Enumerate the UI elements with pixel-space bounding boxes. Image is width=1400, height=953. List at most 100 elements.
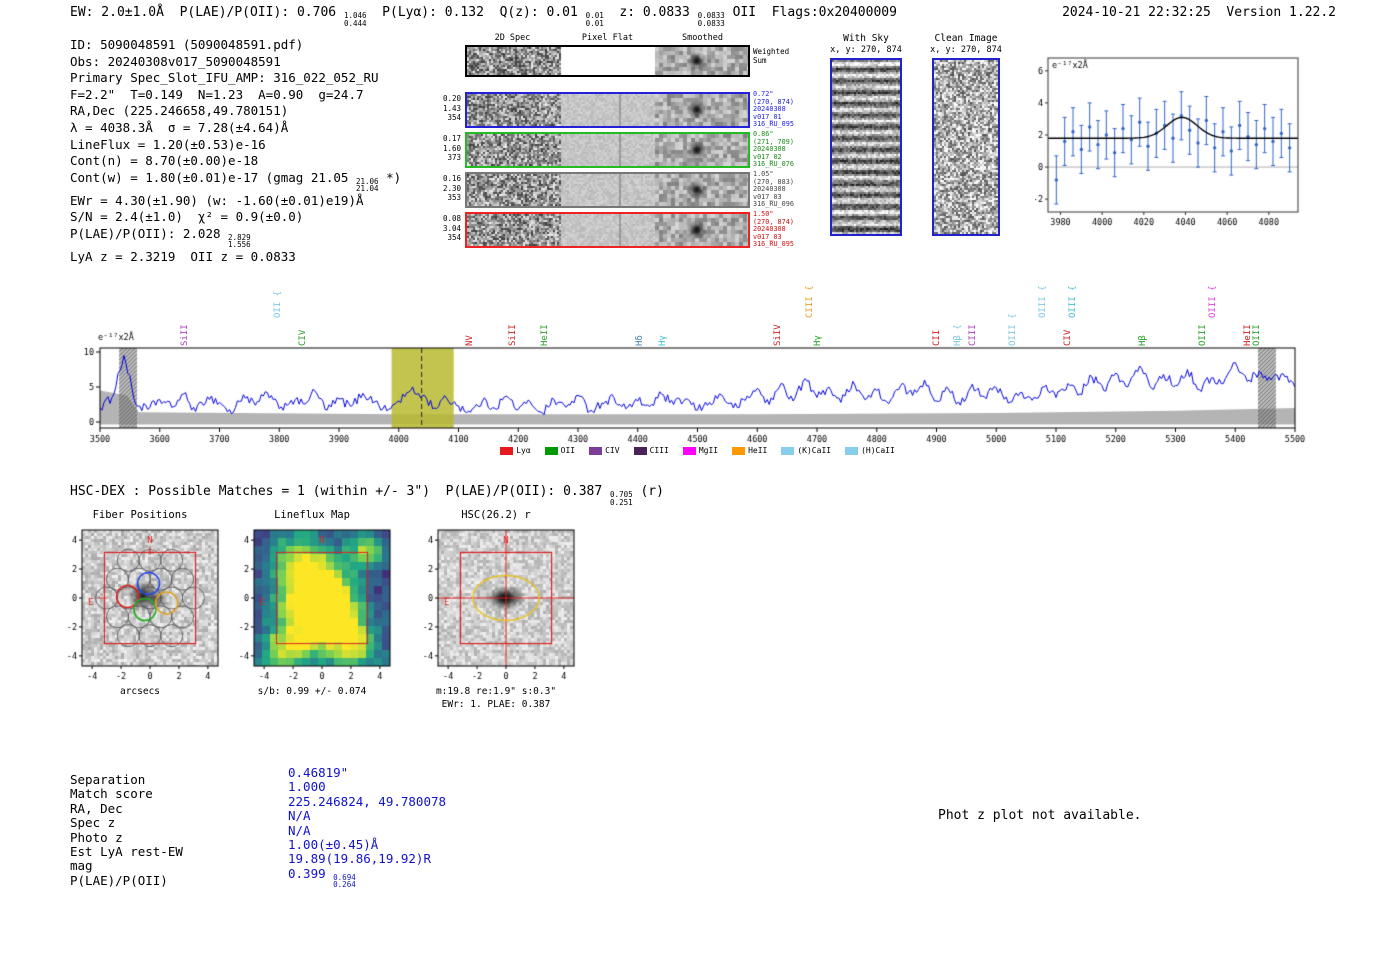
- text-segment: P(LAE)/P(OII): 2.028: [70, 225, 229, 241]
- hsc-cutout-caption-2: EWr: 1. PLAE: 0.387: [441, 699, 551, 710]
- info-line: ID: 5090048591 (5090048591.pdf): [70, 37, 304, 52]
- legend-swatch: [544, 446, 558, 455]
- clean-image: [934, 60, 998, 234]
- fiber-positions-cutout: [54, 522, 226, 684]
- info-line: EWr = 4.30(±1.90) (w: -1.60(±0.01)e19)Å: [70, 192, 364, 208]
- match-label: P(LAE)/P(OII): [70, 872, 168, 888]
- legend-label: CIV: [605, 446, 620, 455]
- spec2d-row-image: [467, 174, 748, 206]
- info-line: Primary Spec_Slot_IFU_AMP: 316_022_052_R…: [70, 70, 379, 86]
- legend-swatch: [845, 446, 859, 455]
- elixer-report-page: EW: 2.0±1.0Å P(LAE)/P(OII): 0.706 1.046 0…: [0, 0, 1400, 953]
- emission-line-label: CIII {: [804, 285, 815, 318]
- spec2d-col-label-smoothed: Smoothed: [682, 33, 723, 43]
- info-line: S/N = 2.4(±1.0) χ² = 0.9(±0.0): [70, 209, 304, 225]
- legend-swatch: [633, 446, 647, 455]
- spec2d-col-label-2dspec: 2D Spec: [494, 33, 531, 43]
- info-line: LyA z = 2.3219 OII z = 0.0833: [70, 248, 296, 264]
- text-segment: (r): [632, 484, 664, 499]
- legend-label: OII: [560, 446, 576, 455]
- stacked-uncertainty: 0.705 0.251: [610, 490, 633, 507]
- line-fit-plot: [1035, 46, 1310, 231]
- text-segment: z: 0.0833: [603, 5, 698, 20]
- hsc-cutout-title: HSC(26.2) r: [461, 509, 531, 521]
- legend-label: Lyα: [516, 446, 531, 455]
- spec2d-col-label-pixelflat: Pixel Flat: [581, 33, 634, 43]
- legend-item: (K)CaII: [781, 446, 831, 455]
- emission-line-label: OIII {: [1208, 285, 1219, 318]
- stacked-uncertainty: 0.01 0.01: [585, 11, 604, 28]
- legend-label: HeII: [748, 446, 768, 455]
- lineflux-map-cutout: [226, 522, 398, 684]
- text-segment: EW: 2.0±1.0Å P(LAE)/P(OII): 0.706: [70, 5, 344, 20]
- legend-item: OII: [544, 446, 576, 455]
- legend-swatch: [500, 446, 514, 455]
- emission-line-label: OIII {: [1037, 285, 1048, 318]
- match-label: mag: [70, 858, 93, 874]
- with-sky-image: [832, 60, 900, 234]
- hsc-image-cutout: [410, 522, 582, 684]
- match-value: 0.46819": [288, 765, 349, 780]
- spec2d-row: [465, 92, 750, 128]
- legend-swatch: [589, 446, 603, 455]
- header-summary-line: EW: 2.0±1.0Å P(LAE)/P(OII): 0.706 1.046 0…: [70, 5, 897, 27]
- lineflux-map-caption: s/b: 0.99 +/- 0.074: [257, 686, 367, 697]
- match-label: Separation: [70, 772, 146, 787]
- match-label: Photo z: [70, 829, 123, 845]
- spec2d-row: [465, 212, 750, 248]
- match-label: Match score: [70, 786, 153, 802]
- text-segment: OII Flags:0x20400009: [724, 5, 897, 20]
- spec2d-row-image: [467, 94, 748, 126]
- match-value: 225.246824, 49.780078: [288, 793, 447, 809]
- match-label: Est LyA rest-EW: [70, 844, 183, 859]
- legend-item: Lyα: [500, 446, 531, 455]
- legend-item: (H)CaII: [845, 446, 895, 455]
- legend-swatch: [682, 446, 696, 455]
- weighted-sum-image: [467, 47, 748, 75]
- hscdex-matches-line: HSC-DEX : Possible Matches = 1 (within +…: [70, 484, 664, 506]
- text-segment: Cont(w) = 1.80(±0.01)e-17 (gmag 21.05: [70, 169, 356, 185]
- spec2d-row-image: [467, 134, 748, 166]
- info-line: λ = 4038.3Å σ = 7.28(±4.64)Å: [70, 119, 289, 135]
- weighted-sum-strip: [465, 45, 750, 77]
- match-value: N/A: [288, 822, 311, 838]
- legend-swatch: [781, 446, 795, 455]
- legend-label: CIII: [649, 446, 669, 455]
- info-line: Obs: 20240308v017_5090048591: [70, 53, 281, 69]
- clean-image-title: Clean Image: [934, 33, 998, 44]
- weighted-sum-label: Weighted Sum: [753, 47, 790, 65]
- emission-line-label: OIII {: [1067, 285, 1078, 318]
- info-line: Cont(n) = 8.70(±0.00)e-18: [70, 153, 259, 169]
- match-value: 0.399 0.694 0.264: [288, 865, 356, 890]
- spec2d-row: [465, 172, 750, 208]
- lineflux-map-title: Lineflux Map: [274, 509, 350, 521]
- info-line: LineFlux = 1.20(±0.53)e-16: [70, 136, 266, 152]
- spec2d-row-left-stats: 0.16 2.30 353: [442, 174, 461, 202]
- legend-label: (K)CaII: [797, 446, 832, 455]
- spec2d-row-left-stats: 0.17 1.60 373: [442, 134, 461, 162]
- stacked-uncertainty: 1.046 0.444: [343, 11, 367, 28]
- spec2d-row-left-stats: 0.08 3.04 354: [442, 214, 461, 242]
- stacked-uncertainty: 0.0833 0.0833: [697, 11, 725, 28]
- legend-label: MgII: [698, 446, 719, 455]
- spec2d-row-right-info: 0.86" (271, 709) 20240308 v017_02 316_RU_076: [753, 130, 794, 169]
- spec2d-row-right-info: 0.72" (270, 874) 20240308 v017_01 316_RU_095: [753, 90, 794, 129]
- match-value: 1.00(±0.45)Å: [288, 837, 379, 852]
- text-segment: HSC-DEX : Possible Matches = 1 (within +…: [70, 484, 611, 499]
- emission-line-label: OII {: [273, 290, 284, 318]
- info-line: Cont(w) = 1.80(±0.01)e-17 (gmag 21.05 21…: [70, 170, 401, 193]
- legend-item: HeII: [732, 446, 767, 455]
- full-spectrum-plot: [60, 326, 1340, 462]
- fiber-positions-xlabel: arcsecs: [119, 686, 161, 697]
- match-value: 1.000: [288, 779, 326, 795]
- clean-image-frame: [932, 58, 1000, 236]
- fiber-positions-title: Fiber Positions: [92, 509, 188, 521]
- photz-note: Phot z plot not available.: [938, 808, 1142, 823]
- spec2d-row-right-info: 1.50" (270, 874) 20240308 v017_03 316_RU_095: [753, 210, 794, 249]
- with-sky-coords: x, y: 270, 874: [830, 45, 902, 55]
- detection-info-block: ID: 5090048591 (5090048591.pdf) Obs: 2024…: [70, 37, 401, 266]
- match-label: RA, Dec: [70, 800, 123, 816]
- legend-item: MgII: [682, 446, 719, 455]
- hsc-cutout-caption-1: m:19.8 re:1.9" s:0.3": [435, 686, 557, 697]
- with-sky-title: With Sky: [843, 33, 889, 44]
